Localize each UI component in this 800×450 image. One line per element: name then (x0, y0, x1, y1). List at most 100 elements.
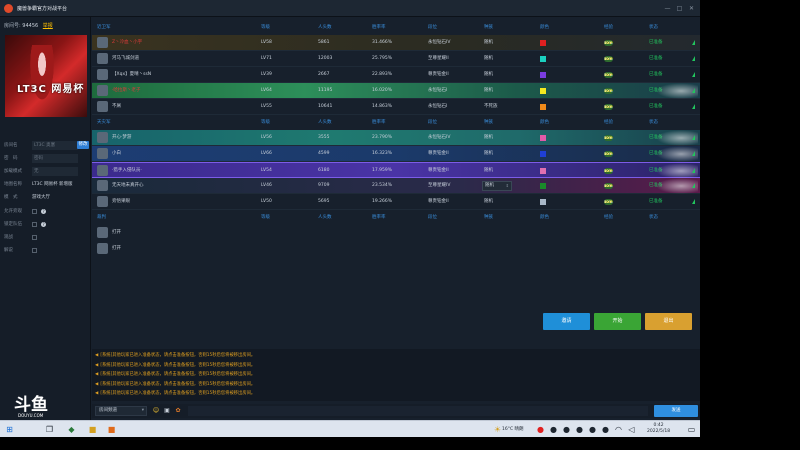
race-select[interactable]: 随机 ⇕ (482, 181, 512, 191)
color-swatch[interactable] (540, 104, 546, 110)
player-kills: 12003 (318, 56, 333, 61)
emoji-icon[interactable]: ☺ (152, 407, 160, 415)
help-icon[interactable]: ? (41, 222, 46, 227)
field-checkbox[interactable] (32, 248, 37, 253)
field-row: 房间名 LT3C 奥塞 (4, 141, 78, 150)
app-icon-3[interactable]: ■ (106, 424, 117, 435)
column-header: 状态 (649, 215, 658, 220)
field-checkbox[interactable] (32, 235, 37, 240)
notification-icon[interactable]: ▭ (686, 424, 697, 435)
color-swatch[interactable] (540, 56, 546, 62)
player-winrate: 16.323% (372, 151, 393, 156)
close-button[interactable]: ✕ (687, 4, 696, 13)
player-avatar (97, 85, 108, 96)
color-swatch[interactable] (540, 135, 546, 141)
image-icon[interactable]: ▣ (163, 407, 171, 415)
field-input[interactable]: 密码 (32, 154, 78, 163)
player-name: 不屑 (112, 104, 121, 109)
color-swatch[interactable] (540, 168, 546, 174)
signal-icon (692, 56, 695, 61)
tray-icon-2[interactable]: ● (548, 424, 559, 435)
leave-button[interactable]: 退出 (645, 313, 692, 330)
color-swatch[interactable] (540, 40, 546, 46)
app-icon-2[interactable]: ■ (87, 424, 98, 435)
column-header: 段位 (428, 120, 437, 125)
windows-taskbar: ⊞ ❐ ◆ ■ ■ ☀ 16°C 晴朗 ● ● ● ● ● ● ◠ ◁ 0:42… (0, 420, 700, 437)
field-input[interactable]: LT3C 奥塞 (32, 141, 78, 150)
volume-icon[interactable]: ◁ (626, 424, 637, 435)
player-kills: 5861 (318, 40, 330, 45)
field-input[interactable]: 无 (32, 167, 78, 176)
title-bar: 魔兽争霸官方对战平台 — □ ✕ (0, 0, 700, 17)
network-icon[interactable]: ◠ (613, 424, 624, 435)
player-level: LV58 (261, 40, 272, 45)
field-row: 锁定队伍? (4, 220, 46, 229)
player-row[interactable]: 无天地未真开心LV46970923.534%至尊星耀IV随机⇕EXP50%已准备 (92, 178, 700, 194)
task-view-icon[interactable]: ❐ (44, 424, 55, 435)
tray-icon-3[interactable]: ● (561, 424, 572, 435)
player-name: 【Xqx】夏晴丶ssN (112, 72, 152, 77)
field-row: 观战 (4, 233, 37, 242)
color-swatch[interactable] (540, 88, 546, 94)
player-row[interactable]: 开心·梦游LV56355523.790%永恒钻石IV随机EXP50%已准备 (92, 130, 700, 146)
channel-select[interactable]: 房间频道 ▾ (95, 406, 147, 416)
color-swatch[interactable] (540, 199, 546, 205)
player-row[interactable]: 小白LV66459916.323%尊贵铂金II随机EXP50%已准备 (92, 146, 700, 162)
color-swatch[interactable] (540, 72, 546, 78)
column-header: 段位 (428, 215, 437, 220)
player-kills: 9709 (318, 183, 330, 188)
player-row[interactable]: 【Xqx】夏晴丶ssN LV39 2667 22.893% 尊贵铂金II 随机 EXP 50%… (92, 67, 700, 83)
windows-start-icon[interactable]: ⊞ (4, 424, 15, 435)
color-swatch[interactable] (540, 151, 546, 157)
field-label: 允许旁观 (4, 209, 22, 214)
help-icon[interactable]: ? (41, 209, 46, 214)
send-button[interactable]: 发送 (654, 405, 698, 417)
column-header: 人头数 (318, 25, 332, 30)
column-header: 种族 (484, 25, 493, 30)
invite-button[interactable]: 邀请 (543, 313, 590, 330)
player-avatar (97, 101, 108, 112)
chat-message-text: [系统]其他玩家已进入准备状态，请点击准备按钮，否则15秒后您将被移出房间。 (100, 362, 256, 368)
player-row[interactable]: ·哈拉斯丶老子LV641119516.020%永恒钻石I随机EXP50%已准备 (92, 83, 700, 99)
modify-button[interactable]: 修改 (77, 141, 89, 149)
field-row: 地图名称 LT3C 网易杯 新增版 (4, 180, 73, 189)
chat-message: ◀ [系统]其他玩家已进入准备状态，请点击准备按钮，否则15秒后您将被移出房间。 (95, 371, 255, 377)
player-row[interactable]: 河马飞城剑道 LV71 12003 25.795% 至尊星耀II 随机 EXP 50% 已准备 (92, 51, 700, 67)
column-header: 经验 (604, 120, 613, 125)
color-swatch[interactable] (540, 183, 546, 189)
player-winrate: 14.863% (372, 104, 393, 109)
chat-message-text: [系统]其他玩家已进入准备状态，请点击准备按钮，否则15秒后您将被移出房间。 (100, 391, 256, 396)
tray-icon-6[interactable]: ● (600, 424, 611, 435)
column-header: 种族 (484, 215, 493, 220)
signal-icon (692, 72, 695, 77)
gift-icon[interactable]: ✿ (174, 407, 182, 415)
status-text: 已准备 (649, 40, 663, 45)
observer-slot-label: 打开 (112, 230, 121, 235)
channel-label: 房间频道 (99, 408, 117, 413)
field-checkbox[interactable] (32, 209, 37, 214)
minimize-button[interactable]: — (663, 4, 672, 13)
maximize-button[interactable]: □ (675, 4, 684, 13)
app-icon-1[interactable]: ◆ (66, 424, 77, 435)
player-row[interactable]: Z丶冷血丶小宇 LV58 5861 31.466% 永恒钻石IV 随机 EXP 50% 已准备 (92, 35, 700, 51)
player-row[interactable]: 旁悟果眼 LV50 5695 19.266% 尊贵铂金II 随机 EXP 50% 已准备 (92, 194, 700, 210)
player-winrate: 17.959% (372, 168, 393, 173)
chat-message: ◀ [系统]其他玩家已进入准备状态，请点击准备按钮，否则15秒后您将被移出房间。 (95, 381, 255, 387)
chat-input[interactable] (188, 406, 648, 416)
observer-slot[interactable]: 打开 (92, 225, 700, 241)
tray-icon-5[interactable]: ● (587, 424, 598, 435)
player-race: 不死族 (484, 104, 498, 109)
field-label: 观战 (4, 235, 13, 240)
field-checkbox[interactable] (32, 222, 37, 227)
team-name: 近卫军 (97, 25, 111, 30)
tray-icon-4[interactable]: ● (574, 424, 585, 435)
player-avatar (97, 69, 108, 80)
observer-slot[interactable]: 打开 (92, 241, 700, 257)
speaker-icon: ◀ (95, 353, 99, 358)
report-link[interactable]: 举报 (43, 23, 53, 29)
map-art-figure (27, 45, 57, 109)
player-row[interactable]: ·猎手入侵队员·LV54618017.959%尊贵铂金II随机EXP50%已准备 (92, 162, 700, 179)
player-row[interactable]: 不屑 LV55 10641 14.863% 永恒钻石I 不死族 EXP 50% 已准备 (92, 99, 700, 115)
tray-icon-1[interactable]: ● (535, 424, 546, 435)
start-button[interactable]: 开始 (594, 313, 641, 330)
